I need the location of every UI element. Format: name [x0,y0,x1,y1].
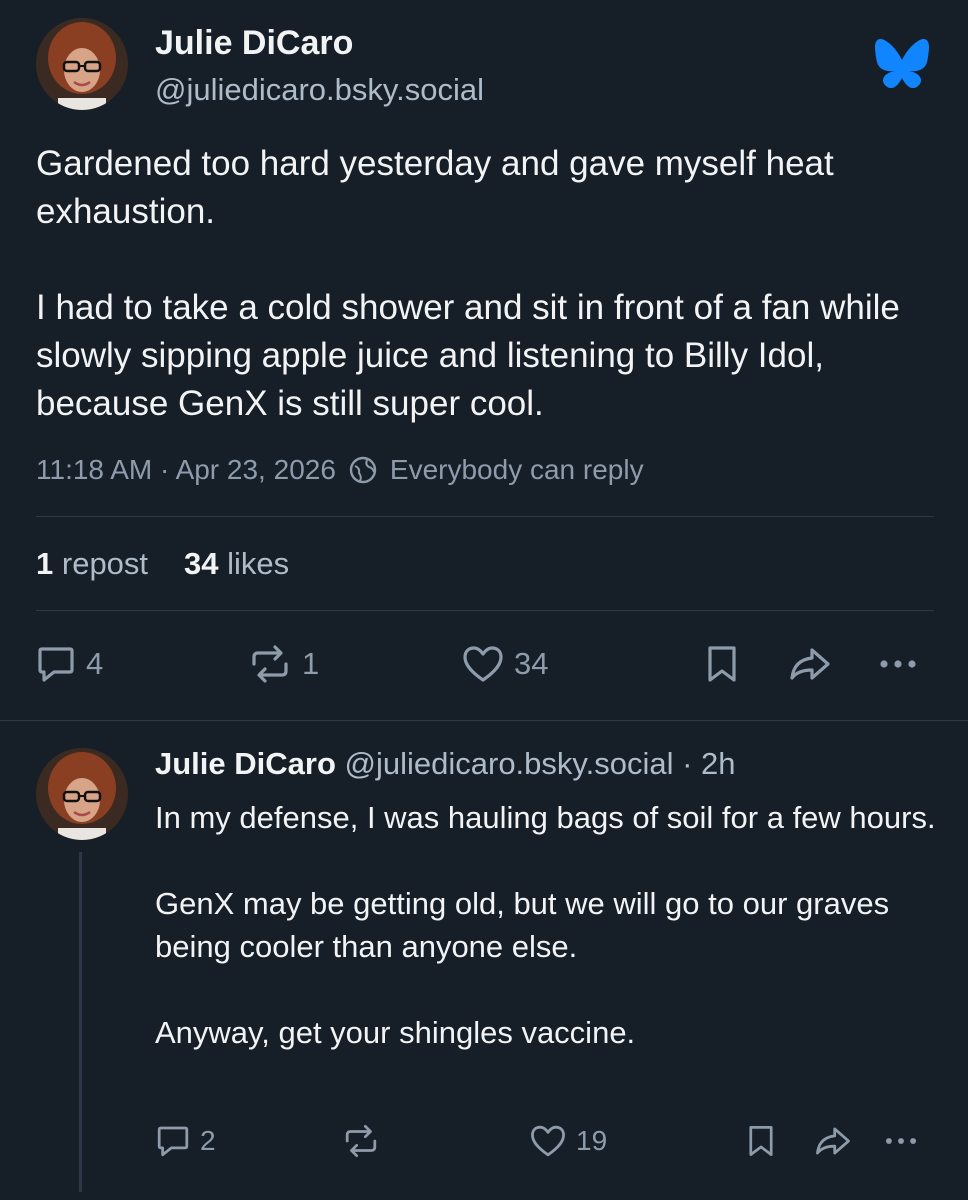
reply-setting[interactable]: Everybody can reply [390,454,644,486]
bookmark-icon [708,646,736,682]
reply-share-button[interactable] [812,1122,854,1160]
reply-time[interactable]: · 2h [682,746,735,781]
thread-line [79,852,82,1192]
more-options-button[interactable] [874,642,922,686]
bluesky-butterfly-icon [874,38,930,89]
post-timestamp[interactable]: 11:18 AM · Apr 23, 2026 [36,454,336,486]
repost-count: 1 [302,646,320,681]
reply-author-handle[interactable]: @juliedicaro.bsky.social [345,746,674,781]
divider [36,516,934,517]
post-text: Gardened too hard yesterday and gave mys… [36,144,900,423]
heart-icon [463,646,503,682]
post-separator [0,720,968,721]
comment-icon [157,1126,189,1157]
reply-author-name[interactable]: Julie DiCaro [155,746,336,781]
reply-reply-button[interactable]: 2 [154,1122,216,1160]
author-avatar[interactable] [36,18,128,110]
comment-icon [38,647,74,682]
repost-stat[interactable]: 1 repost [36,546,148,582]
reply-repost-button[interactable] [340,1122,382,1160]
reply-bookmark-button[interactable] [744,1122,778,1160]
reply-button[interactable]: 4 [34,642,103,686]
reply-like-button[interactable]: 19 [528,1122,607,1160]
post-meta: 11:18 AM · Apr 23, 2026 Everybody can re… [36,454,644,486]
bookmark-button[interactable] [702,642,742,686]
author-handle[interactable]: @juliedicaro.bsky.social [155,72,484,108]
reply-author-avatar[interactable] [36,748,128,840]
divider [36,610,934,611]
reply-like-count: 19 [576,1125,608,1156]
share-arrow-icon [816,1127,850,1155]
engagement-stats: 1 repost 34 likes [36,546,289,582]
reply-reply-count: 2 [200,1125,216,1156]
ellipsis-icon [885,1138,917,1144]
ellipsis-icon [880,660,916,668]
globe-icon [348,455,378,485]
reply-count: 4 [86,646,104,681]
repost-button[interactable]: 1 [246,642,319,686]
share-arrow-icon [790,648,830,680]
reply-text: In my defense, I was hauling bags of soi… [155,800,936,1050]
share-button[interactable] [786,642,834,686]
like-count: 34 [514,646,549,681]
heart-icon [531,1125,565,1157]
like-button[interactable]: 34 [460,642,548,686]
likes-stat[interactable]: 34 likes [184,546,289,582]
repost-icon [252,645,288,683]
bookmark-icon [749,1126,773,1156]
author-name[interactable]: Julie DiCaro [155,24,353,63]
repost-icon [345,1124,377,1158]
reply-header: Julie DiCaro @juliedicaro.bsky.social · … [155,746,736,782]
reply-more-options-button[interactable] [880,1122,922,1160]
